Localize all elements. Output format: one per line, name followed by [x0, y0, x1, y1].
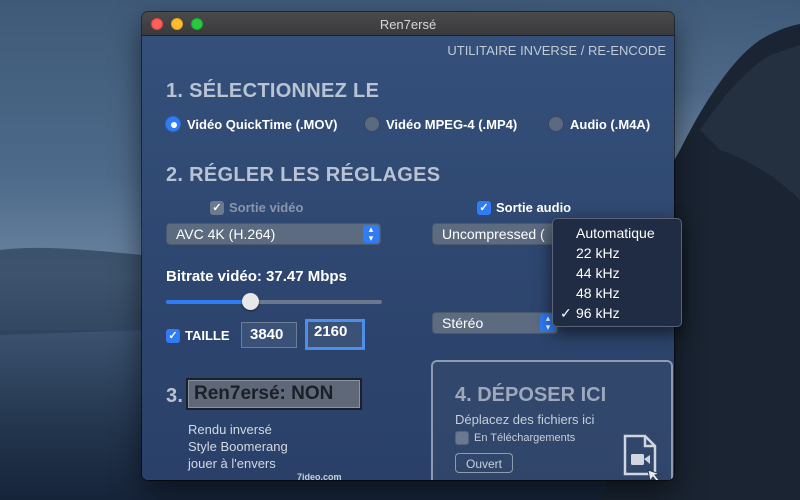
checkbox-label: TAILLE: [185, 328, 230, 343]
slider-knob[interactable]: [241, 293, 259, 310]
checkbox-label: Sortie vidéo: [229, 200, 304, 215]
window-title: Ren7ersé: [379, 17, 437, 32]
drop-zone[interactable]: 4. DÉPOSER ICI Déplacez des fichiers ici…: [431, 360, 673, 480]
step2-title: 2. RÉGLER LES RÉGLAGES: [166, 164, 441, 186]
bitrate-slider[interactable]: [166, 293, 382, 310]
checkbox-indicator: ✓: [477, 200, 491, 215]
radio-label: Audio (.M4A): [570, 116, 651, 132]
checkbox-indicator: ✓: [166, 328, 180, 343]
menu-item-label: 44 kHz: [576, 265, 620, 281]
step4-title: 4. DÉPOSER ICI: [455, 384, 607, 406]
height-field[interactable]: 2160: [305, 319, 365, 350]
step3-number: 3.: [166, 385, 184, 407]
checkbox-label: Sortie audio: [496, 200, 572, 215]
video-output-checkbox[interactable]: ✓ Sortie vidéo: [210, 200, 303, 215]
downloads-checkbox[interactable]: En Téléchargements: [455, 431, 575, 445]
menu-item-label: 22 kHz: [576, 245, 620, 261]
radio-indicator: [165, 116, 181, 132]
radio-mp4[interactable]: Vidéo MPEG-4 (.MP4): [364, 116, 517, 132]
bitrate-label: Bitrate vidéo: 37.47 Mbps: [166, 268, 347, 285]
video-file-icon: [623, 434, 662, 480]
width-field[interactable]: 3840: [241, 322, 297, 348]
checkbox-indicator: ✓: [210, 200, 224, 215]
samplerate-menu: Automatique 22 kHz 44 kHz 48 kHz ✓ 96 kHz: [552, 218, 682, 327]
menu-item-22khz[interactable]: 22 kHz: [553, 243, 681, 263]
radio-m4a[interactable]: Audio (.M4A): [548, 116, 650, 132]
title-bar[interactable]: Ren7ersé: [142, 12, 674, 36]
checkbox-label: En Téléchargements: [474, 432, 576, 444]
app-subtitle: UTILITAIRE INVERSE / RE-ENCODE: [447, 43, 666, 58]
menu-item-label: 48 kHz: [576, 285, 620, 301]
credit-link[interactable]: 7ideo.com: [297, 472, 342, 480]
step3-desc-line-2: Style Boomerang: [188, 439, 288, 454]
channels-popup[interactable]: Stéréo ▴ ▾: [432, 312, 558, 334]
open-button[interactable]: Ouvert: [455, 453, 513, 473]
popup-value: Uncompressed (: [442, 226, 545, 242]
drop-instructions: Déplacez des fichiers ici: [455, 412, 595, 427]
radio-indicator: [364, 116, 380, 132]
menu-item-44khz[interactable]: 44 kHz: [553, 263, 681, 283]
audio-output-checkbox[interactable]: ✓ Sortie audio: [477, 200, 571, 215]
popup-value: AVC 4K (H.264): [176, 226, 276, 242]
video-codec-popup[interactable]: AVC 4K (H.264) ▴ ▾: [166, 223, 381, 245]
menu-item-label: Automatique: [576, 225, 655, 241]
radio-label: Vidéo MPEG-4 (.MP4): [386, 116, 518, 132]
menu-item-96khz[interactable]: ✓ 96 kHz: [553, 303, 681, 323]
chevron-updown-icon: ▴▾: [363, 225, 379, 243]
radio-mov[interactable]: Vidéo QuickTime (.MOV): [165, 116, 338, 132]
reverse-toggle-button[interactable]: Ren7ersé: NON: [186, 378, 362, 410]
popup-value: Stéréo: [442, 315, 484, 331]
checkbox-indicator: [455, 431, 469, 445]
menu-item-label: 96 kHz: [576, 305, 620, 321]
slider-fill: [166, 300, 251, 304]
radio-label: Vidéo QuickTime (.MOV): [187, 116, 338, 132]
step3-desc-line-1: Rendu inversé: [188, 422, 272, 437]
step1-title: 1. SÉLECTIONNEZ LE: [166, 80, 380, 102]
checkmark-icon: ✓: [560, 305, 572, 321]
size-checkbox[interactable]: ✓ TAILLE: [166, 328, 230, 343]
menu-item-48khz[interactable]: 48 kHz: [553, 283, 681, 303]
step3-desc-line-3: jouer à l'envers: [188, 456, 276, 471]
radio-indicator: [548, 116, 564, 132]
menu-item-automatique[interactable]: Automatique: [553, 223, 681, 243]
